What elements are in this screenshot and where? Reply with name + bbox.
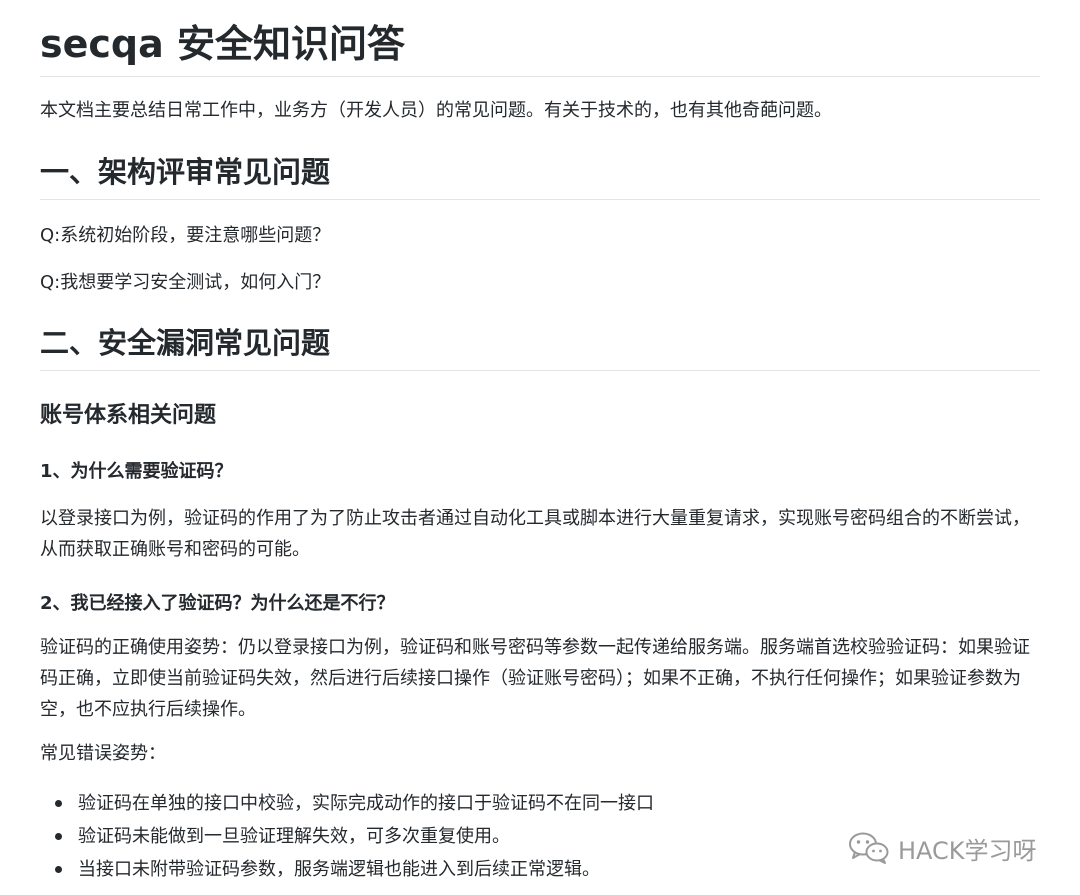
- wechat-icon: [849, 832, 889, 864]
- watermark-text: HACK学习呀: [898, 836, 1037, 865]
- question-heading: 2、我已经接入了验证码？为什么还是不行？: [40, 593, 395, 614]
- list-item: 当接口未附带验证码参数，服务端逻辑也能进入到后续正常逻辑。: [40, 853, 654, 886]
- bullet-icon: [55, 800, 62, 807]
- list-item: 验证码未能做到一旦验证理解失效，可多次重复使用。: [40, 820, 654, 853]
- page-title: secqa 安全知识问答: [40, 0, 1040, 77]
- bullet-icon: [55, 866, 62, 873]
- list-item-text: 验证码在单独的接口中校验，实际完成动作的接口于验证码不在同一接口: [78, 793, 654, 814]
- list-item-text: 当接口未附带验证码参数，服务端逻辑也能进入到后续正常逻辑。: [78, 859, 600, 880]
- section-heading-architecture: 一、架构评审常见问题: [40, 152, 1040, 200]
- question-heading: 1、为什么需要验证码？: [40, 461, 233, 482]
- mistakes-list: 验证码在单独的接口中校验，实际完成动作的接口于验证码不在同一接口 验证码未能做到…: [40, 787, 654, 886]
- answer-paragraph: 以登录接口为例，验证码的作用了为了防止攻击者通过自动化工具或脚本进行大量重复请求…: [40, 508, 1030, 560]
- question-item: Q:系统初始阶段，要注意哪些问题？: [40, 225, 331, 246]
- answer-paragraph: 验证码的正确使用姿势：仍以登录接口为例，验证码和账号密码等参数一起传递给服务端。…: [40, 637, 1030, 720]
- document: secqa 安全知识问答 本文档主要总结日常工作中，业务方（开发人员）的常见问题…: [40, 0, 1040, 880]
- list-item-text: 验证码未能做到一旦验证理解失效，可多次重复使用。: [78, 826, 510, 847]
- watermark: HACK学习呀: [848, 828, 1037, 868]
- intro-paragraph: 本文档主要总结日常工作中，业务方（开发人员）的常见问题。有关于技术的，也有其他奇…: [40, 100, 832, 121]
- section-heading-vulnerabilities: 二、安全漏洞常见问题: [40, 323, 1040, 371]
- mistakes-label: 常见错误姿势：: [40, 743, 166, 764]
- subsection-heading-account: 账号体系相关问题: [40, 403, 217, 428]
- list-item: 验证码在单独的接口中校验，实际完成动作的接口于验证码不在同一接口: [40, 787, 654, 820]
- question-item: Q:我想要学习安全测试，如何入门？: [40, 272, 331, 293]
- bullet-icon: [55, 833, 62, 840]
